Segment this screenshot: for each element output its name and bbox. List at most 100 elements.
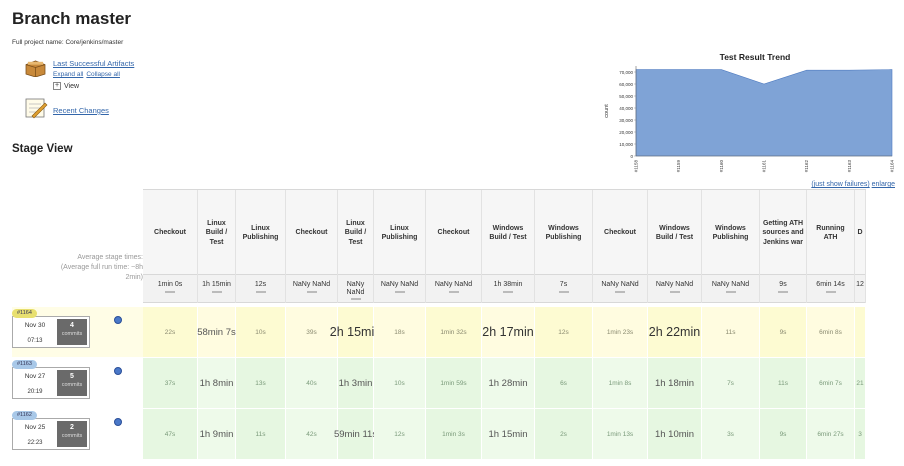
- stage-cell[interactable]: 1min 59s: [426, 358, 482, 408]
- average-full-run-time-text-2: 2min): [125, 274, 143, 282]
- commits-badge[interactable]: 4 commits: [57, 319, 87, 345]
- stage-cell[interactable]: 12s: [374, 409, 426, 459]
- average-time-value: NaNy NaNd: [711, 281, 750, 288]
- build-date-box[interactable]: Nov 30 07:13 4 commits: [12, 316, 90, 348]
- stage-cell[interactable]: 22s: [143, 307, 198, 357]
- info-icon[interactable]: [114, 418, 122, 426]
- info-icon[interactable]: [114, 367, 122, 375]
- stage-duration: 1min 13s: [606, 430, 634, 438]
- stage-cell[interactable]: 1min 8s: [593, 358, 648, 408]
- build-number-badge[interactable]: #1164: [12, 309, 37, 318]
- stage-cell[interactable]: 1h 10min: [648, 409, 702, 459]
- build-date: Nov 30: [24, 322, 46, 329]
- stage-cell[interactable]: 12s: [535, 307, 593, 357]
- stage-cell[interactable]: 42s: [286, 409, 338, 459]
- x-tick-label[interactable]: #1163: [847, 160, 852, 173]
- stage-cell[interactable]: 10s: [374, 358, 426, 408]
- x-tick-label[interactable]: #1161: [762, 160, 767, 173]
- stage-header-cell: Linux Publishing: [236, 190, 286, 276]
- y-tick-label: 30,000: [619, 118, 633, 123]
- stage-cell[interactable]: 1h 3min: [338, 358, 374, 408]
- stage-cell[interactable]: 11s: [236, 409, 286, 459]
- test-result-trend-chart[interactable]: 0 10,000 20,000 30,000 40,000 50,000 60,000 70,…: [596, 60, 896, 180]
- stage-cell[interactable]: 2s: [535, 409, 593, 459]
- stage-cell[interactable]: 3: [855, 409, 866, 459]
- stage-cell[interactable]: 1h 18min: [648, 358, 702, 408]
- stage-cell[interactable]: 2h 22min: [648, 307, 702, 357]
- average-time-value: NaNy NaNd: [346, 281, 365, 296]
- stage-cell[interactable]: 59min 11s: [334, 409, 377, 459]
- x-tick-label[interactable]: #1160: [719, 160, 724, 173]
- stage-header-cell: Checkout: [593, 190, 648, 276]
- expand-plus-icon[interactable]: +: [53, 82, 61, 90]
- stage-cell[interactable]: 2h 17min: [482, 307, 535, 357]
- stage-cell[interactable]: 47s: [143, 409, 198, 459]
- average-time-value: 6min 14s: [816, 281, 845, 288]
- stage-cell[interactable]: 1h 15min: [482, 409, 535, 459]
- expand-collapse-row: Expand all Collapse all: [53, 71, 123, 78]
- stage-header-cell: Windows Publishing: [535, 190, 593, 276]
- average-time-value: 7s: [559, 281, 568, 288]
- last-successful-artifacts-link[interactable]: Last Successful Artifacts: [53, 59, 134, 68]
- x-tick-label[interactable]: #1164: [890, 160, 895, 173]
- collapse-all-link[interactable]: Collapse all: [86, 71, 120, 78]
- stage-header-cell: D: [855, 190, 866, 276]
- average-time-value: 9s: [779, 281, 787, 288]
- y-tick-label: 60,000: [619, 82, 633, 87]
- stage-cell[interactable]: 40s: [286, 358, 338, 408]
- stage-cell[interactable]: 6min 27s: [807, 409, 855, 459]
- chart-links: (just show failures) enlarge: [811, 181, 895, 188]
- build-row: 22s 58min 7s 10s 39s 2h 15min 18s 1min 32s 2h 1…: [143, 307, 866, 357]
- average-time-cell: 7s: [535, 275, 593, 303]
- stage-cell[interactable]: 7s: [702, 358, 760, 408]
- build-summary: Nov 25 22:23 2 commits #1162: [12, 409, 143, 459]
- stage-cell[interactable]: 2h 15min: [330, 307, 381, 357]
- stage-cell[interactable]: 1min 13s: [593, 409, 648, 459]
- build-number-badge[interactable]: #1162: [12, 411, 37, 420]
- stage-cell[interactable]: 13s: [236, 358, 286, 408]
- stage-cell[interactable]: 1h 8min: [198, 358, 236, 408]
- just-show-failures-link[interactable]: (just show failures): [811, 181, 869, 188]
- stage-cell[interactable]: 37s: [143, 358, 198, 408]
- stage-cell[interactable]: 11s: [760, 358, 807, 408]
- stage-cell[interactable]: 1min 23s: [593, 307, 648, 357]
- enlarge-link[interactable]: enlarge: [872, 181, 895, 188]
- x-tick-label[interactable]: #1158: [634, 160, 639, 173]
- info-icon[interactable]: [114, 316, 122, 324]
- stage-cell[interactable]: 18s: [374, 307, 426, 357]
- stage-duration: 59min 11s: [333, 428, 378, 440]
- stage-name: Checkout: [604, 229, 636, 237]
- stage-cell[interactable]: 1h 28min: [482, 358, 535, 408]
- stage-duration: 12s: [394, 430, 405, 438]
- build-date-box[interactable]: Nov 25 22:23 2 commits: [12, 418, 90, 450]
- stage-cell[interactable]: [855, 307, 866, 357]
- stage-cell[interactable]: 21: [855, 358, 866, 408]
- stage-cell[interactable]: 6s: [535, 358, 593, 408]
- stage-cell[interactable]: 11s: [702, 307, 760, 357]
- stage-cell[interactable]: 6min 8s: [807, 307, 855, 357]
- stage-cell[interactable]: 6min 7s: [807, 358, 855, 408]
- average-time-cell: NaNy NaNd: [702, 275, 760, 303]
- stage-cell[interactable]: 58min 7s: [197, 307, 236, 357]
- stage-duration: 22s: [164, 328, 176, 336]
- x-tick-label[interactable]: #1162: [804, 160, 809, 173]
- build-number-badge[interactable]: #1163: [12, 360, 37, 369]
- commits-badge[interactable]: 5 commits: [57, 370, 87, 396]
- stage-cell[interactable]: 1min 3s: [426, 409, 482, 459]
- y-tick-label: 70,000: [619, 70, 633, 75]
- stage-duration: 2h 17min: [482, 325, 534, 339]
- stage-cell[interactable]: 3s: [702, 409, 760, 459]
- expand-all-link[interactable]: Expand all: [53, 71, 83, 78]
- view-tree-item[interactable]: + View: [53, 82, 79, 90]
- stage-cell[interactable]: 1h 9min: [198, 409, 236, 459]
- stage-header-row: Checkout Linux Build / Test Linux Publishi…: [143, 189, 866, 276]
- build-date-box[interactable]: Nov 27 20:19 5 commits: [12, 367, 90, 399]
- x-tick-label[interactable]: #1159: [676, 160, 681, 173]
- stage-cell[interactable]: 1min 32s: [426, 307, 482, 357]
- recent-changes-link[interactable]: Recent Changes: [53, 106, 109, 115]
- y-axis-label: count: [604, 104, 610, 118]
- stage-cell[interactable]: 9s: [760, 409, 807, 459]
- commits-badge[interactable]: 2 commits: [57, 421, 87, 447]
- stage-cell[interactable]: 10s: [236, 307, 286, 357]
- stage-cell[interactable]: 9s: [760, 307, 807, 357]
